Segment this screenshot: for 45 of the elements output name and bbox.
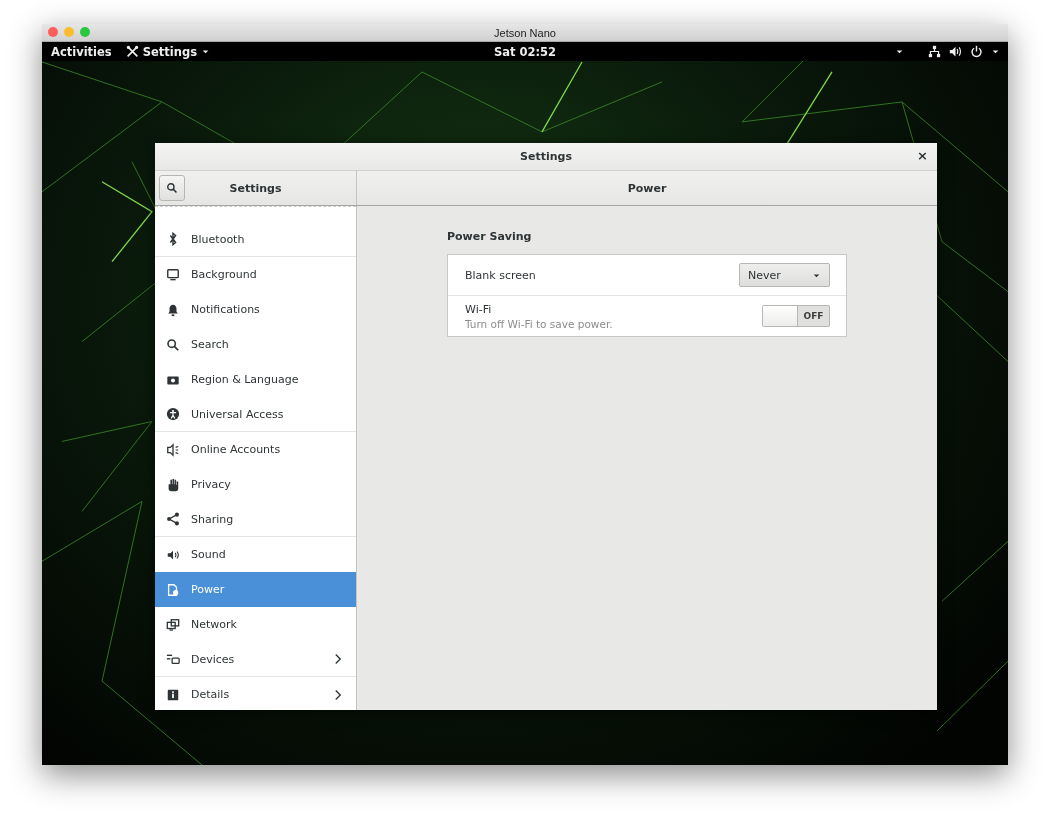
power-icon[interactable] bbox=[970, 45, 983, 58]
network-icon[interactable] bbox=[928, 45, 941, 58]
app-menu[interactable]: Settings bbox=[125, 44, 210, 59]
caret-icon bbox=[201, 47, 210, 56]
sidebar-item[interactable]: Sound bbox=[155, 537, 356, 572]
setting-label: Blank screen bbox=[465, 268, 537, 282]
accessibility-icon bbox=[166, 407, 180, 421]
setting-label: Wi-Fi bbox=[465, 302, 493, 316]
network-icon bbox=[166, 617, 180, 632]
caret-icon[interactable] bbox=[991, 47, 1000, 56]
sidebar-item[interactable]: Sharing bbox=[155, 502, 356, 537]
bell-icon bbox=[166, 302, 180, 317]
sidebar-item[interactable]: Search bbox=[155, 327, 356, 362]
sidebar-item[interactable]: Online Accounts bbox=[155, 432, 356, 467]
toggle-switch[interactable]: OFF bbox=[762, 305, 830, 327]
tools-icon bbox=[125, 45, 139, 58]
devices-icon bbox=[166, 652, 180, 666]
search-icon bbox=[166, 182, 178, 194]
sidebar-item[interactable]: Region & Language bbox=[155, 362, 356, 397]
panel-title: Power bbox=[627, 181, 667, 195]
search-icon bbox=[166, 337, 180, 352]
info-icon bbox=[166, 687, 180, 702]
sidebar-item[interactable]: Network bbox=[155, 607, 356, 642]
section-heading: Power Saving bbox=[447, 230, 533, 243]
clock[interactable]: Sat 02:52 bbox=[493, 44, 557, 59]
window-title: Jetson Nano bbox=[494, 26, 556, 39]
window-title: Settings bbox=[520, 150, 572, 163]
sidebar-item[interactable]: Universal Access bbox=[155, 397, 356, 432]
search-button[interactable] bbox=[159, 175, 185, 201]
sidebar-item[interactable]: Privacy bbox=[155, 467, 356, 502]
activities-button[interactable]: Activities bbox=[51, 44, 112, 59]
sidebar-item[interactable]: Notifications bbox=[155, 292, 356, 327]
close-button[interactable]: × bbox=[914, 148, 931, 164]
volume-icon[interactable] bbox=[949, 45, 962, 58]
dropdown[interactable]: Never bbox=[739, 263, 830, 287]
sidebar-item[interactable]: Background bbox=[155, 257, 356, 292]
sidebar-title: Settings bbox=[229, 181, 282, 195]
share-icon bbox=[166, 512, 180, 526]
sidebar-item[interactable]: Devices bbox=[155, 642, 356, 677]
caret-icon[interactable] bbox=[895, 47, 904, 56]
hand-icon bbox=[166, 477, 180, 492]
setting-description: Turn off Wi-Fi to save power. bbox=[465, 317, 614, 330]
sidebar-item[interactable]: Details bbox=[155, 677, 356, 710]
sidebar-item[interactable]: Bluetooth bbox=[155, 222, 356, 257]
monitor-icon bbox=[166, 267, 180, 282]
